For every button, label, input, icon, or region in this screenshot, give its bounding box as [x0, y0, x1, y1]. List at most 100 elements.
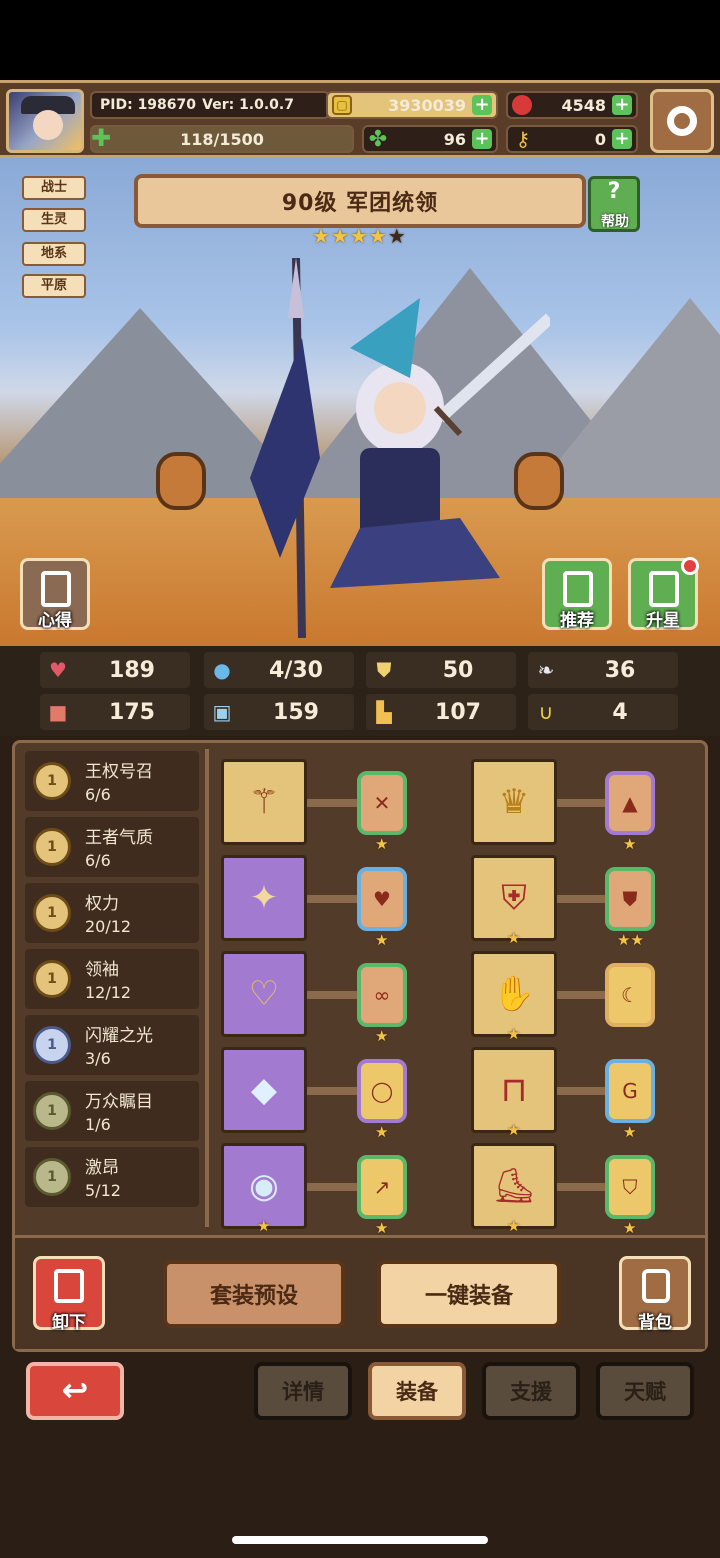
- rune-slot[interactable]: ☾: [605, 963, 655, 1027]
- star-icon: ★: [375, 1027, 389, 1045]
- settings-button[interactable]: [650, 89, 714, 153]
- rune-icon: ✕: [373, 791, 391, 815]
- rune-icon: ⛉: [622, 1175, 638, 1199]
- tag-class[interactable]: 战士: [22, 176, 86, 200]
- tag-terrain[interactable]: 平原: [22, 274, 86, 298]
- star-icon: ★: [623, 835, 637, 853]
- recommend-label: 推荐: [560, 611, 594, 631]
- crystal-ball-icon: ◉: [249, 1166, 279, 1206]
- hero-stars: ★ ★ ★ ★ ★: [312, 224, 406, 248]
- set-row[interactable]: 1 闪耀之光 3/6: [25, 1015, 199, 1075]
- rune-icon: ▲: [622, 791, 638, 815]
- tag-race[interactable]: 生灵: [22, 208, 86, 232]
- clover-icon: ✤: [368, 126, 388, 152]
- recommend-button[interactable]: 推荐: [542, 558, 612, 631]
- star-icon: ★: [375, 1123, 389, 1141]
- horseshoe-icon: ∪: [538, 700, 554, 724]
- star-icon: ★: [507, 1121, 521, 1139]
- stat-speed: ❧ 36: [528, 652, 678, 688]
- add-keys-button[interactable]: +: [612, 129, 632, 149]
- status-bar: [0, 0, 720, 80]
- heart-icon: ♥: [49, 658, 67, 682]
- tab-equipment[interactable]: 装备: [368, 1362, 466, 1420]
- slot-link: [557, 991, 609, 999]
- gear-slot-gem[interactable]: ◆: [221, 1047, 307, 1133]
- rune-slot[interactable]: ∞: [357, 963, 407, 1027]
- question-icon: ?: [607, 179, 621, 204]
- set-preset-button[interactable]: 套装预设: [163, 1260, 345, 1328]
- clover-counter: ✤ 96 +: [362, 125, 498, 153]
- belt-icon: ⊓: [500, 1070, 528, 1110]
- add-gold-button[interactable]: +: [472, 95, 492, 115]
- set-row[interactable]: 1 领袖 12/12: [25, 949, 199, 1009]
- rune-slot[interactable]: ⛉: [605, 1155, 655, 1219]
- clover-amount: 96: [443, 129, 466, 149]
- stat-magic: ▣ 159: [204, 694, 354, 730]
- add-gems-button[interactable]: +: [612, 95, 632, 115]
- rune-slot[interactable]: G: [605, 1059, 655, 1123]
- upgrade-star-button[interactable]: 升星: [628, 557, 699, 631]
- slot-link: [307, 1183, 359, 1191]
- slot-link: [307, 991, 359, 999]
- rune-slot[interactable]: ⛊: [605, 867, 655, 931]
- next-hero-arrow[interactable]: [514, 452, 564, 510]
- rune-icon: ↗: [373, 1175, 391, 1199]
- gear-slot-orb[interactable]: ✦: [221, 855, 307, 941]
- set-count: 6/6: [85, 785, 111, 804]
- rune-slot[interactable]: ▲: [605, 771, 655, 835]
- set-row[interactable]: 1 权力 20/12: [25, 883, 199, 943]
- fist-icon: ■: [48, 700, 68, 724]
- tag-element[interactable]: 地系: [22, 242, 86, 266]
- rune-slot[interactable]: ↗: [357, 1155, 407, 1219]
- set-coin-icon: 1: [33, 762, 71, 800]
- add-clover-button[interactable]: +: [472, 129, 492, 149]
- set-count: 20/12: [85, 917, 132, 936]
- stat-value: 159: [273, 699, 319, 725]
- auto-equip-button[interactable]: 一键装备: [377, 1260, 561, 1328]
- stat-value: 50: [442, 657, 474, 683]
- set-count: 5/12: [85, 1181, 121, 1200]
- player-avatar[interactable]: [6, 89, 84, 153]
- home-indicator[interactable]: [232, 1536, 488, 1544]
- rune-slot[interactable]: ◯: [357, 1059, 407, 1123]
- insight-button[interactable]: 心得: [20, 558, 90, 631]
- equipment-actions: 卸下 套装预设 一键装备 背包: [15, 1235, 705, 1349]
- gem-amount: 4548: [561, 95, 606, 115]
- star-upgrade-icon: [649, 571, 679, 607]
- tab-support[interactable]: 支援: [482, 1362, 580, 1420]
- stat-value: 4: [612, 699, 628, 725]
- stat-attack: ■ 175: [40, 694, 190, 730]
- set-row[interactable]: 1 王者气质 6/6: [25, 817, 199, 877]
- gold-coin-icon: ▢: [332, 95, 352, 115]
- tab-talent[interactable]: 天赋: [596, 1362, 694, 1420]
- player-id: PID: 198670: [100, 97, 197, 113]
- gear-slot-necklace[interactable]: ♡: [221, 951, 307, 1037]
- gem-counter: 4548 +: [506, 91, 638, 119]
- set-row[interactable]: 1 王权号召 6/6: [25, 751, 199, 811]
- rune-slot[interactable]: ✕: [357, 771, 407, 835]
- drop-icon: ●: [213, 658, 231, 682]
- stat-defense: ⛊ 50: [366, 652, 516, 688]
- panel-divider: [205, 749, 209, 1227]
- gear-slot-crown[interactable]: ♛: [471, 759, 557, 845]
- back-button[interactable]: ↩: [26, 1362, 124, 1420]
- rune-icon: ∞: [373, 983, 391, 1007]
- hero-scene: 战士 生灵 地系 平原 90级 军团统领 ? 帮助 ★ ★ ★ ★ ★ 心得 推…: [0, 158, 720, 646]
- gear-slot-scepter[interactable]: ⚚: [221, 759, 307, 845]
- bag-button[interactable]: 背包: [619, 1256, 691, 1333]
- unequip-button[interactable]: 卸下: [33, 1256, 105, 1333]
- set-row[interactable]: 1 激昂 5/12: [25, 1147, 199, 1207]
- prev-hero-arrow[interactable]: [156, 452, 206, 510]
- hero-stats: ♥ 189 ● 4/30 ⛊ 50 ❧ 36 ■ 175 ▣ 159 ▙ 107…: [0, 646, 720, 736]
- slot-link: [557, 895, 609, 903]
- energy-amount: 118/1500: [180, 129, 264, 149]
- rune-slot[interactable]: ♥: [357, 867, 407, 931]
- set-row[interactable]: 1 万众瞩目 1/6: [25, 1081, 199, 1141]
- tab-details[interactable]: 详情: [254, 1362, 352, 1420]
- set-bonus-list: 1 王权号召 6/6 1 王者气质 6/6 1 权力 20/12 1 领袖 12…: [25, 751, 205, 1227]
- gem-icon: ◆: [250, 1070, 278, 1110]
- help-button[interactable]: ? 帮助: [588, 176, 640, 232]
- slot-link: [557, 1183, 609, 1191]
- set-coin-icon: 1: [33, 1158, 71, 1196]
- boot-icon: ▙: [376, 700, 392, 724]
